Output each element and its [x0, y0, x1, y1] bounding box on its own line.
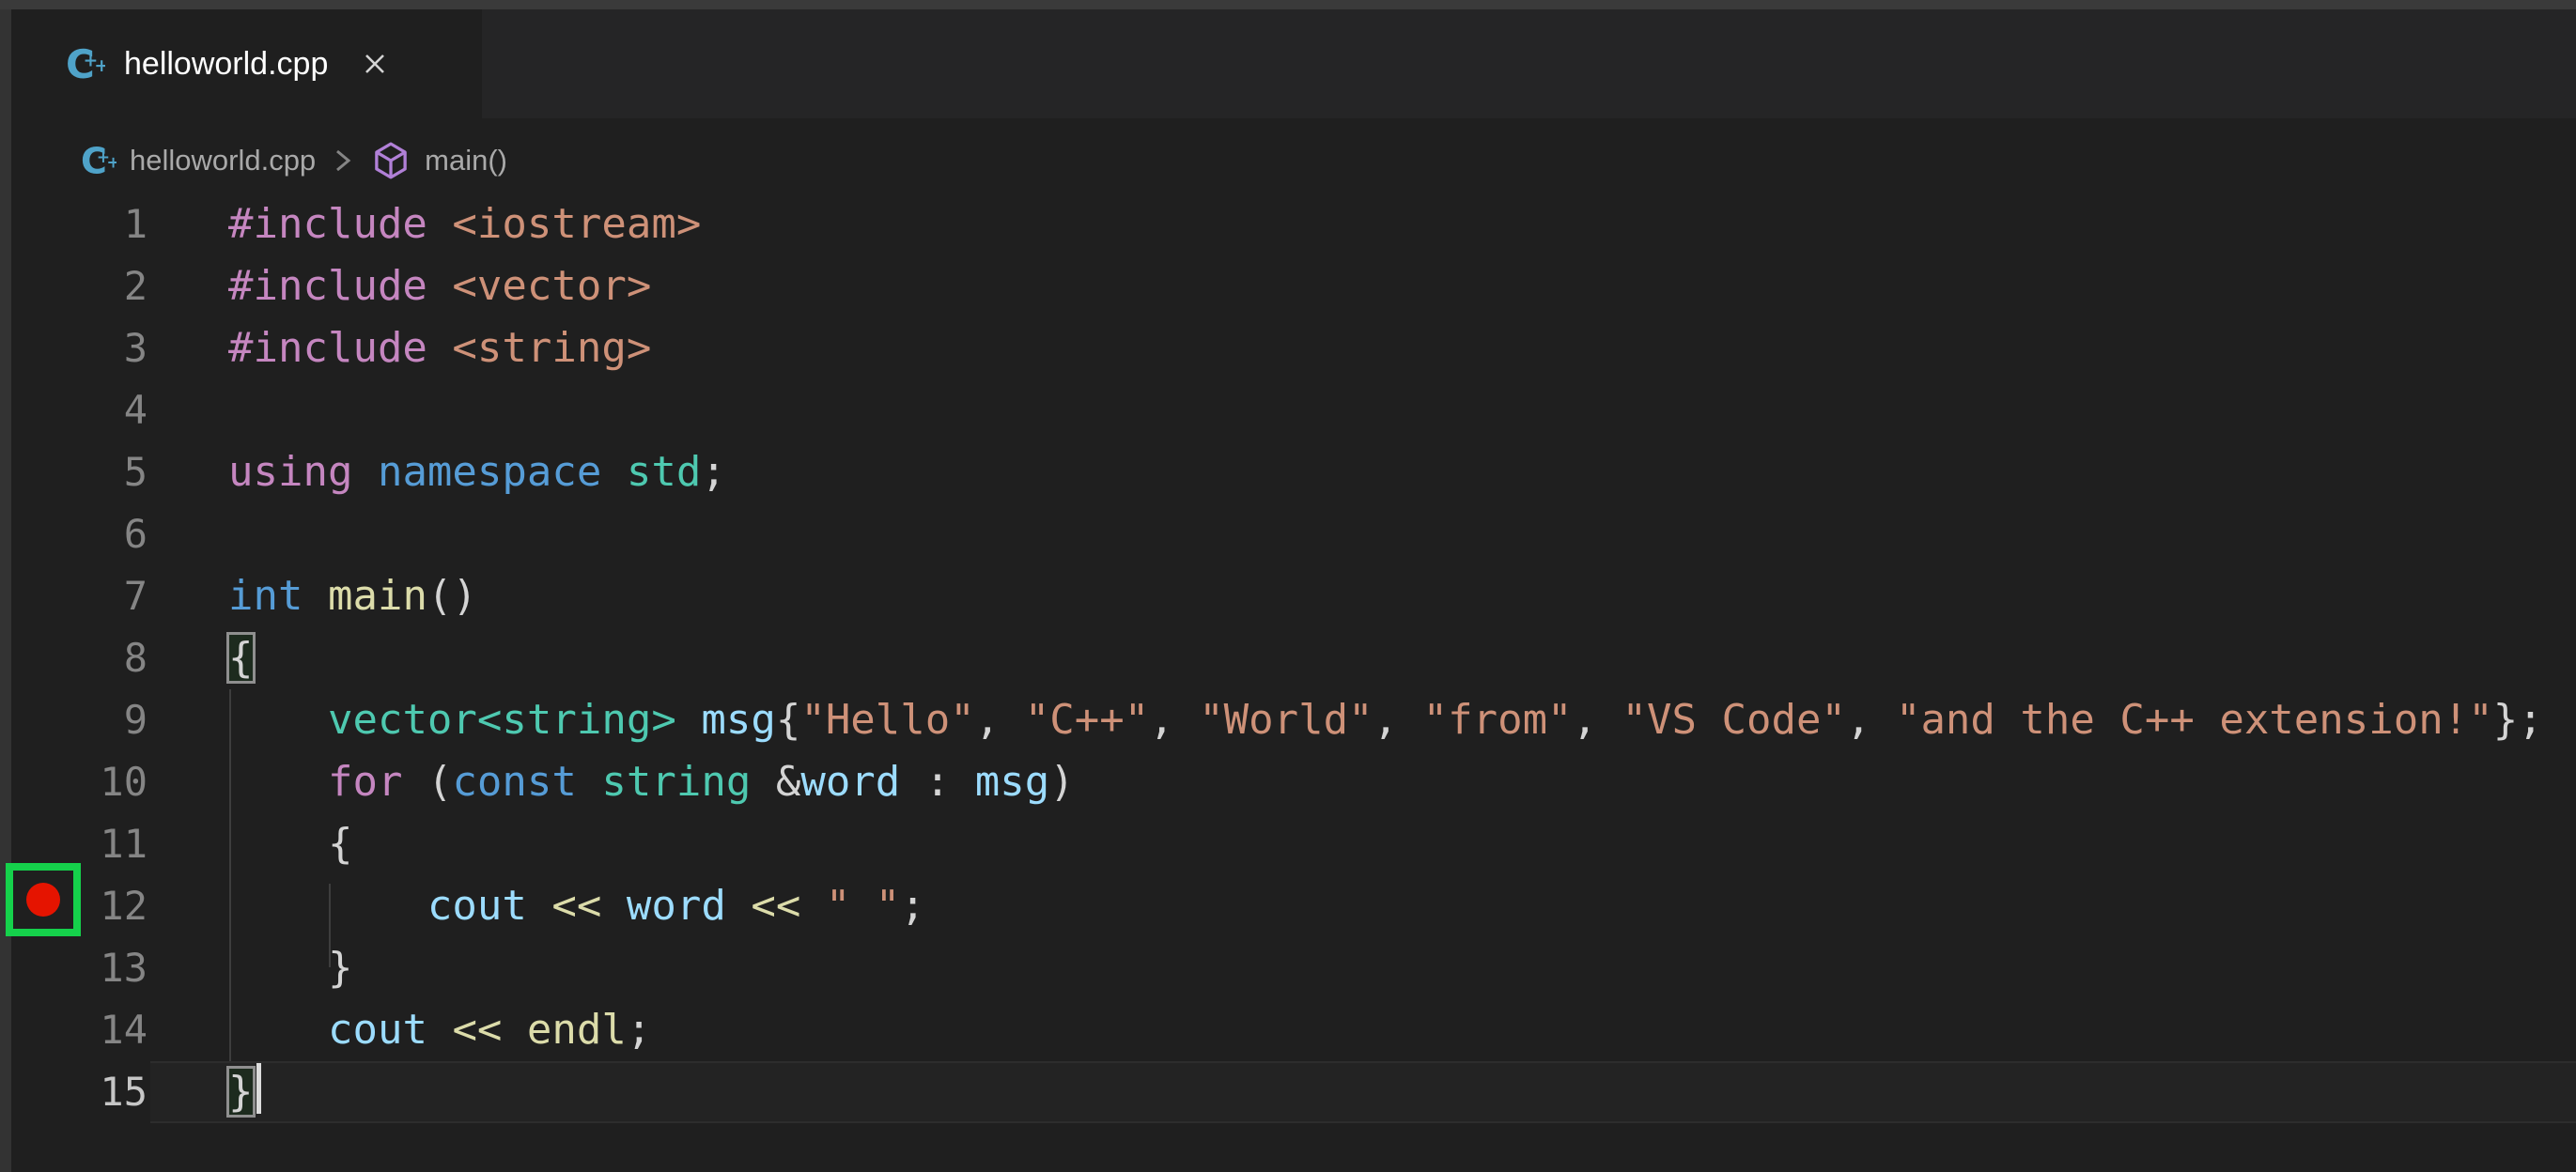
breadcrumb-item-file[interactable]: C + + helloworld.cpp [81, 143, 316, 178]
code-line[interactable]: 12 cout << word << " "; [11, 875, 2576, 937]
close-icon[interactable] [354, 43, 396, 85]
cpp-file-icon: C + + [66, 44, 105, 84]
code-text: int main() [228, 572, 477, 620]
tab-label: helloworld.cpp [124, 45, 329, 82]
breadcrumb-file-label: helloworld.cpp [130, 144, 317, 177]
code-line[interactable]: 9 vector<string> msg{"Hello", "C++", "Wo… [11, 689, 2576, 751]
code-text: { [327, 820, 353, 868]
line-number[interactable]: 9 [11, 689, 147, 751]
titlebar-strip [0, 0, 2576, 9]
breadcrumb-symbol-label: main() [425, 144, 508, 177]
symbol-method-icon [370, 140, 411, 181]
code-line[interactable]: 14 cout << endl; [11, 999, 2576, 1061]
code-line[interactable]: 7 int main() [11, 565, 2576, 627]
vscode-editor-window: C + + helloworld.cpp C + + [0, 0, 2576, 1172]
line-number[interactable]: 14 [11, 999, 147, 1061]
chevron-right-icon [331, 145, 355, 177]
code-line[interactable]: 4 [11, 379, 2576, 441]
code-text: cout << endl; [327, 1006, 652, 1054]
code-line[interactable]: 3 #include <string> [11, 317, 2576, 379]
code-text: { [226, 632, 256, 684]
code-line[interactable]: 8{ [11, 627, 2576, 689]
code-line[interactable]: 11 { [11, 813, 2576, 875]
line-number[interactable]: 4 [11, 379, 147, 441]
line-number[interactable]: 2 [11, 255, 147, 317]
code-text: } [147, 1061, 261, 1123]
svg-text:+: + [94, 56, 105, 76]
text-cursor [256, 1063, 261, 1114]
code-line[interactable]: 1 #include <iostream> [11, 193, 2576, 255]
code-line[interactable]: 13 } [11, 937, 2576, 999]
code-line[interactable]: 5 using namespace std; [11, 441, 2576, 503]
breadcrumb: C + + helloworld.cpp main() [81, 131, 507, 190]
breadcrumb-item-symbol[interactable]: main() [370, 140, 507, 181]
tab-helloworld-cpp[interactable]: C + + helloworld.cpp [11, 9, 482, 118]
code-text: #include <string> [228, 324, 652, 372]
breakpoint-icon[interactable] [26, 883, 60, 917]
code-line[interactable]: 15} [11, 1061, 2576, 1123]
code-text: #include <iostream> [228, 200, 702, 248]
editor-tab-bar: C + + helloworld.cpp [11, 9, 2576, 118]
activitybar-strip [0, 9, 11, 1172]
code-line[interactable]: 2 #include <vector> [11, 255, 2576, 317]
svg-text:+: + [106, 152, 116, 171]
code-line[interactable]: 10 for (const string &word : msg) [11, 751, 2576, 813]
cpp-file-icon: C + + [81, 143, 116, 178]
code-text: vector<string> msg{"Hello", "C++", "Worl… [327, 696, 2543, 744]
line-number[interactable]: 5 [11, 441, 147, 503]
line-number[interactable]: 8 [11, 627, 147, 689]
code-text: #include <vector> [228, 262, 652, 310]
line-number[interactable]: 15 [11, 1061, 147, 1123]
code-text: for (const string &word : msg) [327, 758, 1075, 806]
code-text: cout << word << " "; [427, 882, 925, 930]
line-number[interactable]: 7 [11, 565, 147, 627]
line-number[interactable]: 13 [11, 937, 147, 999]
breakpoint-highlight-box[interactable] [6, 863, 81, 936]
code-text: } [327, 944, 353, 992]
line-number[interactable]: 10 [11, 751, 147, 813]
line-number[interactable]: 1 [11, 193, 147, 255]
code-text: using namespace std; [228, 448, 726, 496]
line-number[interactable]: 6 [11, 503, 147, 565]
line-number[interactable]: 3 [11, 317, 147, 379]
code-line[interactable]: 6 [11, 503, 2576, 565]
code-lines: 1 #include <iostream> 2 #include <vector> 3 #… [11, 193, 2576, 1123]
